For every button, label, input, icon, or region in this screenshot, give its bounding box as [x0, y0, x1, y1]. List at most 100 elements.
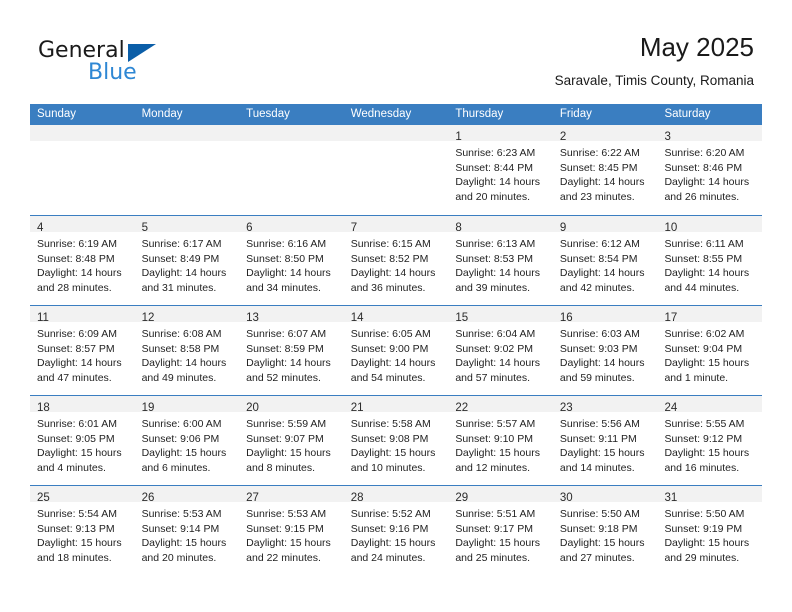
- day-detail-line: Daylight: 15 hours: [455, 537, 540, 550]
- day-detail-line: Sunset: 9:08 PM: [350, 432, 429, 445]
- day-cell-14[interactable]: 14 Sunrise: 6:05 AM Sunset: 9:00 PM Dayligh…: [343, 306, 449, 395]
- calendar-week-row: 18 Sunrise: 6:01 AM Sunset: 9:05 PM Dayligh…: [30, 395, 763, 485]
- day-detail-line: Sunset: 9:17 PM: [455, 522, 533, 535]
- day-detail-line: Daylight: 14 hours: [455, 357, 540, 370]
- day-detail-line: Sunset: 8:58 PM: [141, 342, 220, 355]
- day-number: 13: [246, 312, 259, 324]
- day-detail-line: and 18 minutes.: [37, 551, 112, 564]
- day-detail-line: and 44 minutes.: [664, 281, 740, 294]
- day-cell-25[interactable]: 25 Sunrise: 5:54 AM Sunset: 9:13 PM Dayligh…: [30, 486, 135, 575]
- day-detail-line: Sunrise: 6:22 AM: [559, 147, 640, 159]
- day-detail-text: Sunrise: 6:20 AM Sunset: 8:46 PM Daylight:…: [657, 141, 762, 204]
- day-number: 14: [350, 312, 364, 324]
- weekday-header-thursday: Thursday: [455, 108, 504, 120]
- day-detail-line: Sunrise: 6:02 AM: [664, 328, 745, 340]
- day-detail-line: Sunrise: 6:05 AM: [350, 328, 431, 340]
- day-cell-29[interactable]: 29 Sunrise: 5:51 AM Sunset: 9:17 PM Dayligh…: [448, 486, 553, 575]
- day-detail-line: Sunset: 8:59 PM: [246, 342, 324, 355]
- day-detail-line: and 25 minutes.: [455, 551, 531, 564]
- day-number: 28: [350, 492, 364, 504]
- day-number: 30: [559, 492, 573, 504]
- day-detail-line: Sunrise: 6:12 AM: [559, 238, 640, 250]
- day-cell-26[interactable]: 26 Sunrise: 5:53 AM Sunset: 9:14 PM Dayligh…: [134, 486, 240, 575]
- day-detail-line: Sunset: 8:49 PM: [141, 252, 220, 265]
- day-detail-text: Sunrise: 5:55 AM Sunset: 9:12 PM Daylight:…: [657, 412, 762, 475]
- day-detail-line: Daylight: 15 hours: [37, 537, 122, 550]
- calendar-page: General Blue May 2025 Saravale, Timis Co…: [0, 0, 792, 612]
- day-detail-line: Sunset: 9:02 PM: [455, 342, 533, 355]
- weekday-header-row: Sunday Monday Tuesday Wednesday Thursday Frid…: [30, 104, 762, 125]
- day-detail-line: Sunset: 9:14 PM: [141, 522, 220, 535]
- day-cell-17[interactable]: 17 Sunrise: 6:02 AM Sunset: 9:04 PM Dayligh…: [657, 306, 763, 395]
- day-cell-2[interactable]: 2 Sunrise: 6:22 AM Sunset: 8:45 PM Daylight…: [552, 125, 658, 215]
- day-number: 29: [455, 492, 469, 504]
- day-detail-line: and 39 minutes.: [455, 281, 531, 294]
- day-detail-line: Sunset: 8:54 PM: [559, 252, 638, 265]
- day-cell-27[interactable]: 27 Sunrise: 5:53 AM Sunset: 9:15 PM Dayligh…: [239, 486, 344, 575]
- day-cell-28[interactable]: 28 Sunrise: 5:52 AM Sunset: 9:16 PM Dayligh…: [343, 486, 449, 575]
- day-detail-line: Daylight: 14 hours: [455, 176, 540, 189]
- day-detail-line: and 27 minutes.: [559, 551, 635, 564]
- day-detail-text: Sunrise: 6:09 AM Sunset: 8:57 PM Daylight:…: [30, 322, 135, 385]
- day-number-band: 3: [657, 125, 763, 143]
- day-cell-empty: [239, 125, 344, 215]
- day-detail-line: Sunrise: 6:09 AM: [37, 328, 117, 340]
- day-detail-line: Daylight: 14 hours: [37, 267, 122, 280]
- day-cell-23[interactable]: 23 Sunrise: 5:56 AM Sunset: 9:11 PM Dayligh…: [552, 396, 658, 485]
- day-detail-line: Sunrise: 6:19 AM: [37, 238, 117, 250]
- day-cell-20[interactable]: 20 Sunrise: 5:59 AM Sunset: 9:07 PM Dayligh…: [239, 396, 344, 485]
- day-cell-31[interactable]: 31 Sunrise: 5:50 AM Sunset: 9:19 PM Dayligh…: [657, 486, 763, 575]
- day-number: 20: [246, 402, 259, 414]
- day-detail-line: Sunset: 9:04 PM: [664, 342, 743, 355]
- day-cell-5[interactable]: 5 Sunrise: 6:17 AM Sunset: 8:49 PM Daylight…: [134, 216, 240, 305]
- day-detail-line: Sunset: 9:12 PM: [664, 432, 743, 445]
- day-number-band: [343, 125, 449, 141]
- day-detail-line: Sunrise: 6:13 AM: [455, 238, 536, 250]
- day-number: 1: [455, 131, 462, 143]
- day-number-band: 21: [343, 396, 449, 414]
- day-detail-text: Sunrise: 5:57 AM Sunset: 9:10 PM Daylight:…: [448, 412, 553, 475]
- day-cell-22[interactable]: 22 Sunrise: 5:57 AM Sunset: 9:10 PM Dayligh…: [448, 396, 553, 485]
- day-cell-30[interactable]: 30 Sunrise: 5:50 AM Sunset: 9:18 PM Dayligh…: [552, 486, 658, 575]
- day-detail-line: Sunset: 8:44 PM: [455, 161, 533, 174]
- day-cell-1[interactable]: 1 Sunrise: 6:23 AM Sunset: 8:44 PM Daylight…: [448, 125, 553, 215]
- day-number-band: 25: [30, 486, 135, 504]
- day-cell-6[interactable]: 6 Sunrise: 6:16 AM Sunset: 8:50 PM Daylight…: [239, 216, 344, 305]
- day-number-band: 16: [552, 306, 658, 324]
- day-detail-text: Sunrise: 5:54 AM Sunset: 9:13 PM Daylight:…: [30, 502, 135, 565]
- day-detail-text: Sunrise: 5:50 AM Sunset: 9:18 PM Daylight:…: [553, 502, 658, 565]
- day-cell-10[interactable]: 10 Sunrise: 6:11 AM Sunset: 8:55 PM Dayligh…: [657, 216, 763, 305]
- day-detail-line: and 6 minutes.: [141, 461, 211, 474]
- day-cell-19[interactable]: 19 Sunrise: 6:00 AM Sunset: 9:06 PM Dayligh…: [134, 396, 240, 485]
- day-number: 2: [559, 131, 567, 143]
- day-detail-line: Daylight: 15 hours: [664, 537, 750, 550]
- brand-logo[interactable]: General Blue: [38, 38, 238, 92]
- day-detail-line: and 47 minutes.: [37, 371, 112, 384]
- day-cell-21[interactable]: 21 Sunrise: 5:58 AM Sunset: 9:08 PM Dayligh…: [343, 396, 449, 485]
- day-cell-16[interactable]: 16 Sunrise: 6:03 AM Sunset: 9:03 PM Dayligh…: [552, 306, 658, 395]
- day-cell-3[interactable]: 3 Sunrise: 6:20 AM Sunset: 8:46 PM Daylight…: [657, 125, 763, 215]
- day-detail-text: Sunrise: 6:00 AM Sunset: 9:06 PM Daylight:…: [135, 412, 240, 475]
- day-cell-12[interactable]: 12 Sunrise: 6:08 AM Sunset: 8:58 PM Dayligh…: [134, 306, 240, 395]
- day-detail-line: and 14 minutes.: [559, 461, 635, 474]
- day-detail-line: Sunrise: 5:50 AM: [559, 508, 640, 520]
- day-number-band: 17: [657, 306, 763, 324]
- day-detail-text: Sunrise: 5:59 AM Sunset: 9:07 PM Daylight:…: [239, 412, 344, 475]
- day-detail-line: and 1 minute.: [664, 371, 729, 384]
- day-cell-4[interactable]: 4 Sunrise: 6:19 AM Sunset: 8:48 PM Daylight…: [30, 216, 135, 305]
- day-cell-empty: [30, 125, 135, 215]
- day-cell-7[interactable]: 7 Sunrise: 6:15 AM Sunset: 8:52 PM Daylight…: [343, 216, 449, 305]
- day-number-band: 15: [448, 306, 553, 324]
- day-detail-line: Sunrise: 6:07 AM: [246, 328, 327, 340]
- day-detail-text: Sunrise: 5:56 AM Sunset: 9:11 PM Daylight:…: [553, 412, 658, 475]
- day-cell-13[interactable]: 13 Sunrise: 6:07 AM Sunset: 8:59 PM Dayligh…: [239, 306, 344, 395]
- day-cell-8[interactable]: 8 Sunrise: 6:13 AM Sunset: 8:53 PM Daylight…: [448, 216, 553, 305]
- day-detail-line: Daylight: 15 hours: [664, 447, 750, 460]
- day-cell-18[interactable]: 18 Sunrise: 6:01 AM Sunset: 9:05 PM Dayligh…: [30, 396, 135, 485]
- day-cell-15[interactable]: 15 Sunrise: 6:04 AM Sunset: 9:02 PM Dayligh…: [448, 306, 553, 395]
- day-number-band: 31: [657, 486, 763, 504]
- day-cell-11[interactable]: 11 Sunrise: 6:09 AM Sunset: 8:57 PM Dayligh…: [30, 306, 135, 395]
- day-cell-9[interactable]: 9 Sunrise: 6:12 AM Sunset: 8:54 PM Daylight…: [552, 216, 658, 305]
- day-cell-24[interactable]: 24 Sunrise: 5:55 AM Sunset: 9:12 PM Dayligh…: [657, 396, 763, 485]
- day-detail-line: Sunrise: 5:56 AM: [559, 418, 640, 430]
